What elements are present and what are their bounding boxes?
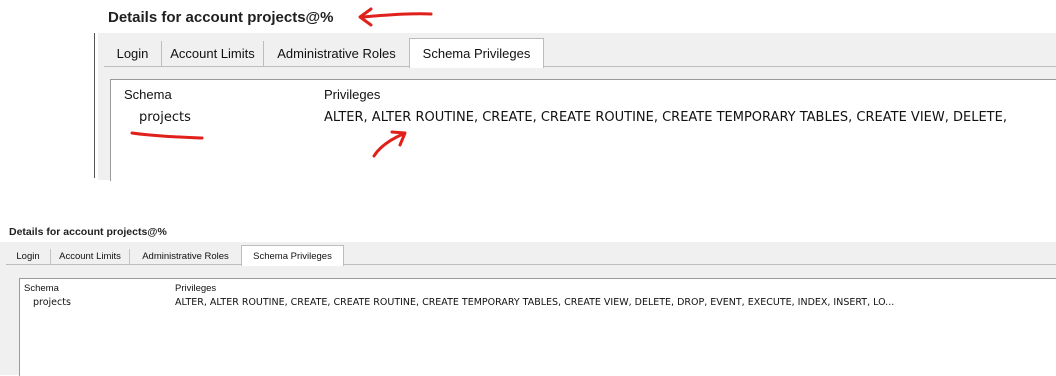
- tab-strip-border: [6, 264, 1056, 265]
- tab-login[interactable]: Login: [6, 249, 51, 264]
- column-header-privileges[interactable]: Privileges: [175, 283, 216, 294]
- zoomed-tab-schema-privileges[interactable]: Schema Privileges: [409, 38, 544, 68]
- zoomed-tab-administrative-roles[interactable]: Administrative Roles: [264, 41, 410, 66]
- annotation-arrow-up-icon: [372, 130, 407, 158]
- zoomed-tab-account-limits[interactable]: Account Limits: [162, 41, 264, 66]
- zoomed-page-title: Details for account projects@%: [108, 9, 334, 26]
- zoomed-row-schema-name[interactable]: projects: [139, 110, 191, 125]
- row-privileges[interactable]: ALTER, ALTER ROUTINE, CREATE, CREATE ROU…: [175, 297, 894, 308]
- zoomed-tab-login[interactable]: Login: [104, 41, 162, 66]
- column-header-schema[interactable]: Schema: [24, 283, 59, 294]
- zoomed-tab-strip-border: [104, 66, 1056, 67]
- tab-account-limits[interactable]: Account Limits: [51, 249, 130, 264]
- annotation-arrow-icon: [358, 7, 433, 27]
- zoomed-column-header-schema[interactable]: Schema: [124, 87, 172, 102]
- row-schema-name[interactable]: projects: [33, 297, 71, 308]
- zoomed-column-header-privileges[interactable]: Privileges: [324, 87, 380, 102]
- annotation-underline-icon: [130, 131, 204, 140]
- zoomed-row-privileges[interactable]: ALTER, ALTER ROUTINE, CREATE, CREATE ROU…: [324, 110, 1054, 125]
- tab-administrative-roles[interactable]: Administrative Roles: [130, 249, 242, 264]
- page-title: Details for account projects@%: [9, 226, 167, 238]
- zoomed-panel-left-border: [94, 33, 95, 178]
- tab-schema-privileges[interactable]: Schema Privileges: [241, 245, 344, 266]
- zoomed-schema-privileges-list[interactable]: [110, 79, 1056, 181]
